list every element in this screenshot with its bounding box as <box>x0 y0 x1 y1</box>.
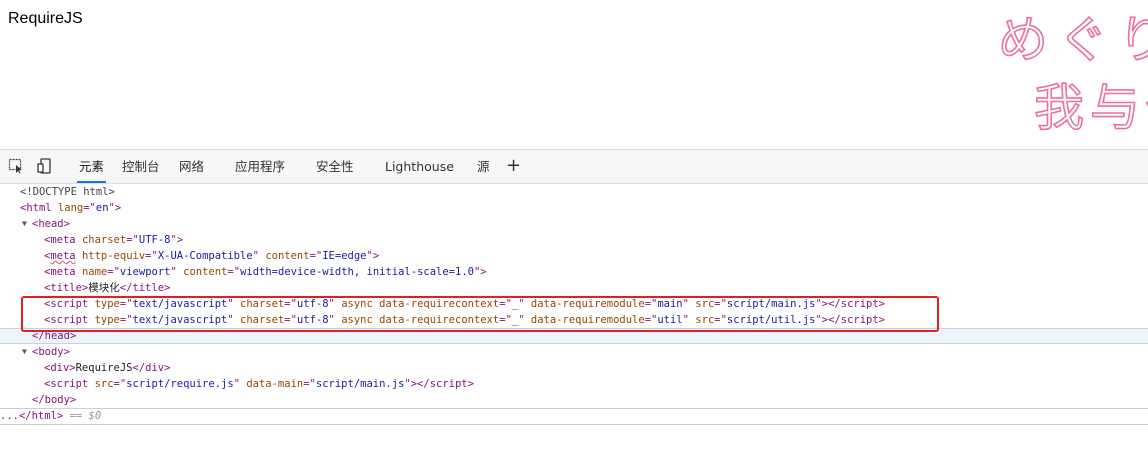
dom-meta-viewport[interactable]: <meta name="viewport" content="width=dev… <box>0 264 1148 280</box>
collapse-arrow-icon[interactable]: ▼ <box>22 344 27 360</box>
dom-body-open[interactable]: ▼ <body> <box>0 344 1148 360</box>
dom-html-close[interactable]: ...</html> == $0 <box>0 408 1148 424</box>
title-text: 模块化 <box>88 282 120 294</box>
divider <box>0 424 1148 425</box>
dom-tree: <!DOCTYPE html> <html lang="en"> ▼ <head>… <box>0 0 1148 458</box>
selected-node-marker: == $0 <box>69 410 102 422</box>
ellipsis-text: ... <box>0 410 19 422</box>
dom-head-open[interactable]: ▼ <head> <box>0 216 1148 232</box>
dom-body-close[interactable]: </body> <box>0 392 1148 408</box>
collapse-arrow-icon[interactable]: ▼ <box>22 216 27 232</box>
dom-title[interactable]: <title>模块化</title> <box>0 280 1148 296</box>
dom-meta-http-equiv[interactable]: <meta http-equiv="X-UA-Compatible" conte… <box>0 248 1148 264</box>
dom-meta-charset[interactable]: <meta charset="UTF-8"> <box>0 232 1148 248</box>
dom-doctype[interactable]: <!DOCTYPE html> <box>0 184 1148 200</box>
dom-div[interactable]: <div>RequireJS</div> <box>0 360 1148 376</box>
dom-html-open[interactable]: <html lang="en"> <box>0 200 1148 216</box>
highlight-annotation-box <box>21 296 939 332</box>
doctype-text: <!DOCTYPE html> <box>20 186 115 198</box>
dom-script-require[interactable]: <script src="script/require.js" data-mai… <box>0 376 1148 392</box>
